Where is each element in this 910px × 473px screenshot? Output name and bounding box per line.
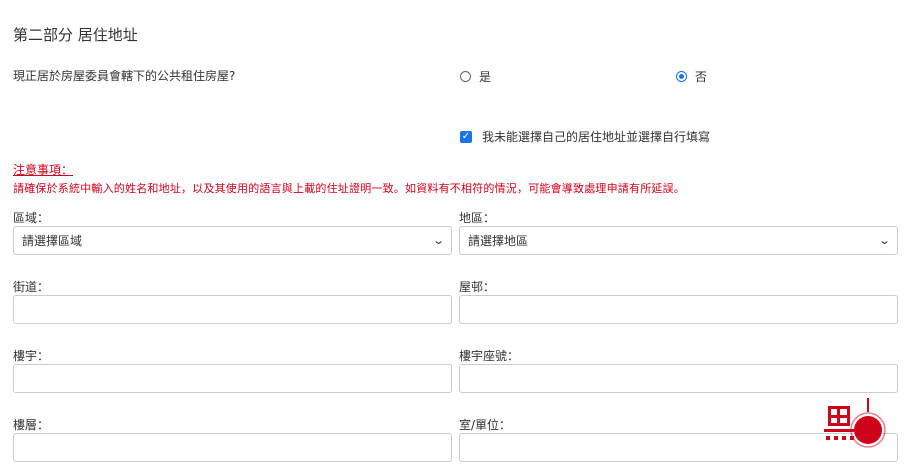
region-label: 區域： bbox=[13, 211, 50, 225]
floor-input[interactable] bbox=[13, 433, 452, 462]
section-title: 第二部分 居住地址 bbox=[13, 26, 138, 44]
radio-no[interactable]: 否 bbox=[676, 68, 707, 85]
district-label: 地區： bbox=[459, 211, 496, 225]
radio-circle-no[interactable] bbox=[676, 71, 687, 82]
district-select-value: 請選擇地區 bbox=[468, 234, 529, 248]
block-input[interactable] bbox=[459, 364, 898, 393]
street-input[interactable] bbox=[13, 295, 452, 324]
estate-label: 屋邨： bbox=[459, 280, 496, 294]
logo-icon bbox=[824, 398, 886, 448]
manual-address-label: 我未能選擇自己的居住地址並選擇自行填寫 bbox=[482, 130, 711, 144]
block-label: 樓宇座號： bbox=[459, 349, 520, 363]
street-label: 街道： bbox=[13, 280, 50, 294]
floor-label: 樓層： bbox=[13, 418, 50, 432]
unit-label: 室/單位： bbox=[459, 418, 512, 432]
radio-no-label: 否 bbox=[695, 70, 708, 84]
notice-text: 請確保於系統中輸入的姓名和地址，以及其使用的語言與上載的住址證明一致。如資料有不… bbox=[13, 182, 685, 195]
radio-yes[interactable]: 是 bbox=[460, 68, 491, 85]
district-select[interactable]: 請選擇地區 ⌄ bbox=[459, 226, 898, 255]
public-housing-question: 現正居於房屋委員會轄下的公共租住房屋? bbox=[13, 69, 236, 83]
chevron-down-icon: ⌄ bbox=[431, 234, 445, 247]
chevron-down-icon: ⌄ bbox=[877, 234, 891, 247]
manual-address-checkbox-row[interactable]: ✓ 我未能選擇自己的居住地址並選擇自行填寫 bbox=[460, 128, 710, 145]
region-select[interactable]: 請選擇區域 ⌄ bbox=[13, 226, 452, 255]
building-input[interactable] bbox=[13, 364, 452, 393]
region-select-value: 請選擇區域 bbox=[22, 234, 83, 248]
building-label: 樓宇： bbox=[13, 349, 50, 363]
check-icon[interactable]: ✓ bbox=[460, 130, 472, 143]
radio-yes-label: 是 bbox=[479, 70, 492, 84]
estate-input[interactable] bbox=[459, 295, 898, 324]
radio-circle-yes[interactable] bbox=[460, 71, 471, 82]
notice-title: 注意事項： bbox=[13, 163, 74, 177]
